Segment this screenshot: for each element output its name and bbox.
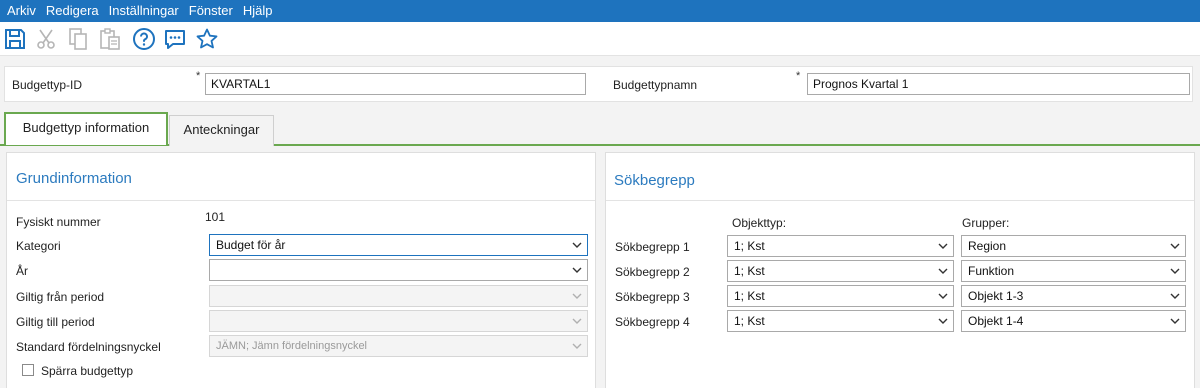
chevron-down-icon [572,318,582,324]
search-term-4-group-select[interactable]: Objekt 1-4 [961,310,1186,332]
panel-divider [606,200,1194,201]
basic-info-panel: Grundinformation Fysiskt nummer 101 Kate… [6,152,596,388]
search-term-4-label: Sökbegrepp 4 [615,315,690,329]
search-term-1-label: Sökbegrepp 1 [615,240,690,254]
paste-icon[interactable] [98,27,122,51]
search-term-2-group-value: Funktion [968,264,1015,278]
valid-from-label: Giltig från period [16,290,105,304]
budget-type-id-input[interactable]: KVARTAL1 [205,73,586,95]
chevron-down-icon [572,293,582,299]
chevron-down-icon [572,343,582,349]
required-marker: * [796,70,801,82]
valid-to-select [209,310,588,332]
chevron-down-icon [938,243,948,249]
menu-bar: Arkiv Redigera Inställningar Fönster Hjä… [0,0,1200,22]
search-term-2-group-select[interactable]: Funktion [961,260,1186,282]
category-select[interactable]: Budget för år [209,234,588,256]
toolbar [0,22,1200,56]
budget-type-id-label: Budgettyp-ID [12,78,83,92]
search-term-2-label: Sökbegrepp 2 [615,265,690,279]
search-term-4-object-type-select[interactable]: 1; Kst [727,310,954,332]
chat-icon[interactable] [163,27,187,51]
physical-number-value: 101 [205,210,226,224]
panel-divider [7,200,595,201]
category-select-value: Budget för år [216,238,286,252]
chevron-down-icon [572,267,582,273]
search-term-1-object-type-value: 1; Kst [734,239,765,253]
chevron-down-icon [1170,268,1180,274]
chevron-down-icon [938,293,948,299]
budget-type-name-label: Budgettypnamn [613,78,698,92]
default-allocation-key-label: Standard fördelningsnyckel [16,340,161,354]
header-panel: Budgettyp-ID * KVARTAL1 Budgettypnamn * … [4,66,1193,102]
search-terms-panel: Sökbegrepp Objekttyp: Grupper: Sökbegrep… [605,152,1195,388]
search-term-3-group-value: Objekt 1-3 [968,289,1024,303]
lock-budget-type-checkbox[interactable] [22,364,34,376]
cut-icon[interactable] [34,27,58,51]
copy-icon[interactable] [66,27,90,51]
year-label: År [16,264,28,278]
valid-to-label: Giltig till period [16,315,95,329]
save-icon[interactable] [3,27,27,51]
default-allocation-key-value: JÄMN; Jämn fördelningsnyckel [216,340,368,352]
category-label: Kategori [16,239,61,253]
search-term-2-object-type-select[interactable]: 1; Kst [727,260,954,282]
chevron-down-icon [1170,293,1180,299]
chevron-down-icon [938,318,948,324]
menu-arkiv[interactable]: Arkiv [2,0,41,22]
search-term-1-object-type-select[interactable]: 1; Kst [727,235,954,257]
chevron-down-icon [572,242,582,248]
content-area: Grundinformation Fysiskt nummer 101 Kate… [0,146,1200,388]
search-term-4-object-type-value: 1; Kst [734,314,765,328]
search-term-1-group-value: Region [968,239,1007,253]
budget-type-name-input[interactable]: Prognos Kvartal 1 [807,73,1190,95]
chevron-down-icon [938,268,948,274]
menu-installningar[interactable]: Inställningar [104,0,184,22]
search-term-3-group-select[interactable]: Objekt 1-3 [961,285,1186,307]
menu-fonster[interactable]: Fönster [184,0,238,22]
tab-budget-type-information[interactable]: Budgettyp information [4,112,168,145]
chevron-down-icon [1170,318,1180,324]
lock-budget-type-label: Spärra budgettyp [41,364,134,378]
menu-hjalp[interactable]: Hjälp [238,0,278,22]
search-term-3-object-type-value: 1; Kst [734,289,765,303]
search-term-4-group-value: Objekt 1-4 [968,314,1024,328]
menu-redigera[interactable]: Redigera [41,0,104,22]
object-type-header: Objekttyp: [732,216,787,230]
basic-info-title: Grundinformation [16,170,132,187]
help-icon[interactable] [132,27,156,51]
default-allocation-key-select: JÄMN; Jämn fördelningsnyckel [209,335,588,357]
physical-number-label: Fysiskt nummer [16,215,101,229]
search-term-1-group-select[interactable]: Region [961,235,1186,257]
search-term-3-object-type-select[interactable]: 1; Kst [727,285,954,307]
valid-from-select [209,285,588,307]
chevron-down-icon [1170,243,1180,249]
search-terms-title: Sökbegrepp [614,172,695,189]
search-term-3-label: Sökbegrepp 3 [615,290,690,304]
groups-header: Grupper: [962,216,1010,230]
favorite-star-icon[interactable] [195,27,219,51]
search-term-2-object-type-value: 1; Kst [734,264,765,278]
tab-notes[interactable]: Anteckningar [169,115,274,146]
year-select[interactable] [209,259,588,281]
required-marker: * [196,70,201,82]
